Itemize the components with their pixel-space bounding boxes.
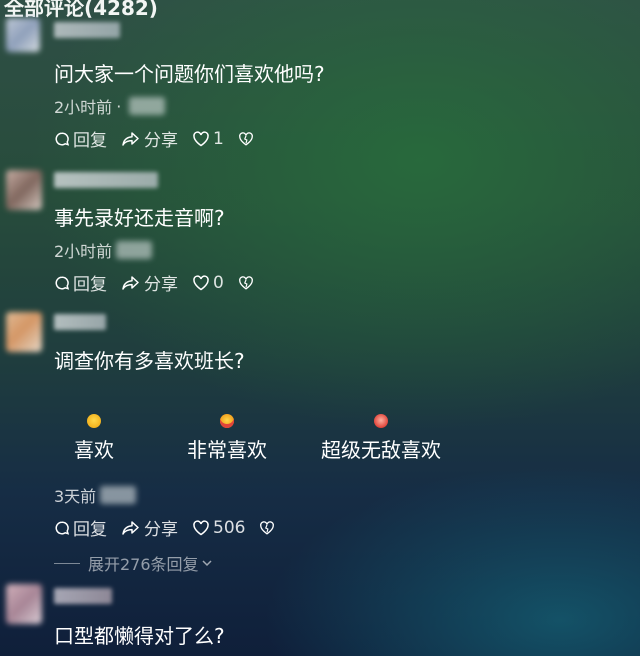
poll-option[interactable]: 喜欢 [70,414,118,463]
share-label: 分享 [144,275,178,295]
share-button[interactable]: 分享 [121,270,178,295]
reply-icon [55,520,70,535]
comment-meta: 2小时前 [54,238,153,262]
heart-eyes-emoji-icon [374,414,388,428]
comment-time: 2小时前 [54,242,113,261]
like-button[interactable]: 1 [192,129,224,149]
poll-option[interactable]: 非常喜欢 [182,414,272,463]
location-blurred [100,486,137,504]
expand-divider [54,562,80,564]
avatar[interactable] [6,18,40,52]
location-blurred [129,97,166,115]
poll-option[interactable]: 超级无敌喜欢 [316,414,446,463]
share-button[interactable]: 分享 [121,126,178,151]
share-icon [122,275,139,290]
reply-label: 回复 [73,275,107,295]
avatar[interactable] [6,312,42,352]
comment-meta: 3天前 [54,483,137,507]
laughing-emoji-icon [87,414,101,428]
expand-replies-button[interactable]: 展开276条回复 [54,551,213,575]
comment-actions: 回复 分享 1 [54,126,271,151]
comment-text: 口型都懒得对了么? [54,624,225,648]
share-icon [122,131,139,146]
expand-replies-label: 展开276条回复 [88,555,199,574]
comment-time: 2小时前 [54,98,113,117]
dislike-button[interactable] [238,275,257,291]
heart-icon [193,274,209,290]
share-icon [122,520,139,535]
like-button[interactable]: 506 [192,518,245,538]
heart-icon [193,519,209,535]
poll-option-label: 非常喜欢 [187,438,267,462]
reply-button[interactable]: 回复 [54,270,107,295]
location-blurred [116,241,153,259]
poll: 喜欢 非常喜欢 超级无敌喜欢 [0,414,640,474]
reply-button[interactable]: 回复 [54,515,107,540]
like-button[interactable]: 0 [192,273,224,293]
reply-label: 回复 [73,131,107,151]
username-blurred[interactable] [54,22,120,38]
starstruck-emoji-icon [220,414,234,428]
broken-heart-icon [260,520,275,535]
share-label: 分享 [144,131,178,151]
reply-icon [55,131,70,146]
share-label: 分享 [144,520,178,540]
comment-text: 问大家一个问题你们喜欢他吗? [54,62,325,86]
dislike-button[interactable] [238,131,257,147]
comment-actions: 回复 分享 506 [54,515,292,540]
meta-separator: · [116,96,122,116]
poll-option-label: 超级无敌喜欢 [321,438,441,462]
avatar[interactable] [6,584,42,624]
comment-actions: 回复 分享 0 [54,270,271,295]
like-count: 1 [213,128,224,149]
username-blurred[interactable] [54,588,112,604]
comment-time: 3天前 [54,487,97,506]
reply-icon [55,275,70,290]
share-button[interactable]: 分享 [121,515,178,540]
like-count: 506 [213,517,246,538]
chevron-down-icon [202,560,212,567]
poll-option-label: 喜欢 [74,438,114,462]
comment-meta: 2小时前 · [54,94,166,118]
username-blurred[interactable] [54,314,106,330]
comment-text: 事先录好还走音啊? [54,206,225,230]
reply-button[interactable]: 回复 [54,126,107,151]
comment-text: 调查你有多喜欢班长? [54,349,245,373]
reply-label: 回复 [73,520,107,540]
broken-heart-icon [238,131,253,146]
avatar[interactable] [6,170,42,210]
username-blurred[interactable] [54,172,158,188]
broken-heart-icon [238,275,253,290]
heart-icon [193,130,209,146]
like-count: 0 [213,272,224,293]
dislike-button[interactable] [259,520,278,536]
